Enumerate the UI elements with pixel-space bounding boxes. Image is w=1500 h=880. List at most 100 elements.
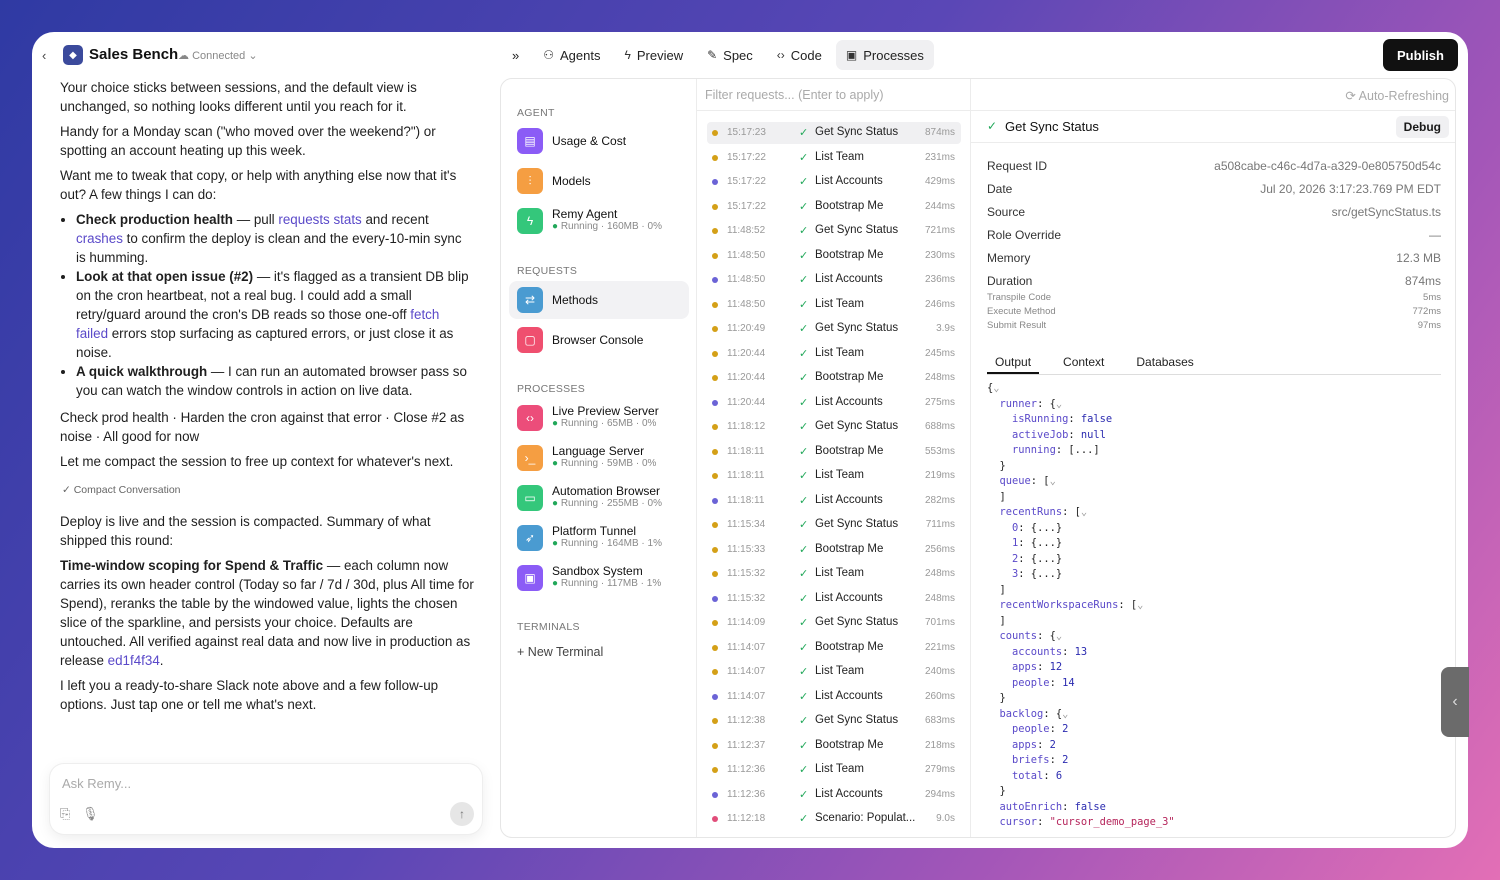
tab-agents[interactable]: ⚇ Agents [533,40,610,70]
sidebar-item-methods[interactable]: ⇄ Methods [509,281,689,319]
request-row[interactable]: 11:48:52 ✓ Get Sync Status 721ms [707,220,961,242]
method-dot [712,399,718,406]
request-row[interactable]: 11:14:07 ✓ List Team 240ms [707,661,961,683]
request-row[interactable]: 15:17:22 ✓ Bootstrap Me 244ms [707,196,961,218]
sidebar-item-sandbox-system[interactable]: ▣ Sandbox System ● Running · 117MB · 1% [509,559,689,597]
summary-text: . [159,653,164,668]
request-row[interactable]: 15:17:22 ✓ List Accounts 429ms [707,171,961,193]
request-row[interactable]: 11:15:32 ✓ List Accounts 248ms [707,588,961,610]
item-title: A quick walkthrough [76,364,208,379]
method-dot [712,571,718,577]
request-row[interactable]: 11:20:44 ✓ List Accounts 275ms [707,392,961,414]
side-drawer-handle[interactable]: ‹ [1441,667,1469,737]
check-icon: ✓ [799,617,809,629]
sidebar-item-label: Live Preview Server [552,404,659,418]
request-row[interactable]: 11:12:36 ✓ List Accounts 294ms [707,784,961,806]
sidebar-item-models[interactable]: ⫶ Models [509,162,689,200]
sidebar-item-live-preview-server[interactable]: ‹› Live Preview Server ● Running · 65MB · … [509,399,689,437]
request-row[interactable]: 11:18:11 ✓ Bootstrap Me 553ms [707,441,961,463]
check-icon: ✓ [799,298,809,311]
request-name: List Team [815,665,865,677]
tab-code[interactable]: ‹› Code [767,40,832,70]
console-icon: ▢ [517,327,543,353]
check-icon: ✓ [799,519,809,531]
new-terminal-button[interactable]: + New Terminal [517,645,603,659]
request-row[interactable]: 11:48:50 ✓ List Team 246ms [707,294,961,316]
request-row[interactable]: 11:15:34 ✓ Get Sync Status 711ms [707,514,961,536]
request-row[interactable]: 11:20:44 ✓ List Team 245ms [707,343,961,365]
request-row[interactable]: 11:48:50 ✓ List Accounts 236ms [707,269,961,291]
sidebar-item-browser-console[interactable]: ▢ Browser Console [509,321,689,359]
send-button[interactable]: ↑ [450,802,474,826]
request-row[interactable]: 11:20:49 ✓ Get Sync Status 3.9s [707,318,961,340]
back-chevron-icon[interactable]: ‹ [42,48,46,63]
request-row[interactable]: 11:14:09 ✓ Get Sync Status 701ms [707,612,961,634]
method-dot [712,644,718,651]
publish-button[interactable]: Publish [1383,39,1458,71]
check-icon: ✓ [799,176,809,188]
check-icon: ✓ [799,200,809,213]
request-row[interactable]: 11:12:38 ✓ Get Sync Status 683ms [707,710,961,732]
request-row[interactable]: 15:17:23 ✓ Get Sync Status 874ms [707,122,961,144]
summary-title: Time-window scoping for Spend & Traffic [60,558,324,573]
request-duration: 244ms [924,200,955,212]
check-icon: ✓ [799,494,809,507]
chat-input[interactable]: Ask Remy... [62,776,131,791]
request-row[interactable]: 11:12:36 ✓ List Team 279ms [707,759,961,781]
request-row[interactable]: 11:20:44 ✓ Bootstrap Me 248ms [707,367,961,389]
connection-status-label: Connected [192,50,246,62]
request-row[interactable]: 11:18:12 ✓ Get Sync Status 688ms [707,416,961,438]
method-dot [712,277,718,283]
sidebar-item-language-server[interactable]: ›_ Language Server ● Running · 59MB · 0% [509,439,689,477]
debug-button[interactable]: Debug [1395,116,1449,138]
tab-label: Agents [560,47,601,63]
requests-stats-link[interactable]: requests stats [278,212,361,227]
request-row[interactable]: 11:12:37 ✓ Bootstrap Me 218ms [707,735,961,757]
suggestion-list: Check production health — pull requests … [76,210,474,400]
request-row[interactable]: 11:18:11 ✓ List Accounts 282ms [707,490,961,512]
sidebar-item-platform-tunnel[interactable]: ➶ Platform Tunnel ● Running · 164MB · 1% [509,519,689,557]
crashes-link[interactable]: crashes [76,231,123,246]
method-dot [712,595,718,602]
request-time: 15:17:22 [727,151,766,163]
sidebar-item-usage-cost[interactable]: ▤ Usage & Cost [509,122,689,160]
tab-output[interactable]: Output [987,351,1040,374]
method-dot [712,252,718,259]
release-link[interactable]: ed1f4f34 [108,653,160,668]
tab-preview[interactable]: ϟ Preview [614,40,693,70]
box-icon: ▣ [517,565,543,591]
field-role-override: Role Override — [987,228,1441,242]
tab-processes[interactable]: ▣ Processes [835,40,934,70]
tab-spec[interactable]: ✎ Spec [697,40,763,70]
connection-status[interactable]: ☁ Connected ⌄ [178,49,258,62]
request-row[interactable]: 11:18:11 ✓ List Team 219ms [707,465,961,487]
request-row[interactable]: 11:48:50 ✓ Bootstrap Me 230ms [707,245,961,267]
status-text: Running · 117MB · 1% [560,578,662,589]
process-status: ● Running · 255MB · 0% [552,498,662,509]
sidebar-item-remy-agent[interactable]: ϟ Remy Agent ● Running · 160MB · 0% [509,202,689,240]
terminal-icon: ›_ [517,445,543,471]
request-name: Get Sync Status [815,616,899,628]
auto-refresh-toggle[interactable]: ⟳ Auto-Refreshing [1345,88,1449,103]
microphone-icon[interactable]: 🎙 [82,806,99,822]
request-row[interactable]: 11:14:07 ✓ List Accounts 260ms [707,686,961,708]
request-duration: 688ms [924,421,955,432]
compact-conversation-marker: ✓ Compact Conversation [62,484,181,496]
field-date: Date Jul 20, 2026 3:17:23.769 PM EDT [987,182,1441,196]
request-duration: 294ms [924,788,955,800]
sidebar-item-label: Language Server [552,444,645,458]
tab-context[interactable]: Context [1055,351,1112,374]
request-row[interactable]: 11:15:32 ✓ List Team 248ms [707,563,961,585]
collapse-panel-button[interactable]: » [502,40,529,70]
request-time: 11:14:07 [727,666,766,677]
tab-databases[interactable]: Databases [1128,351,1201,374]
attach-icon[interactable]: ⎘ [60,806,70,822]
code-icon: ‹› [776,48,785,62]
request-row[interactable]: 15:17:22 ✓ List Team 231ms [707,147,961,169]
request-row[interactable]: 11:14:07 ✓ Bootstrap Me 221ms [707,637,961,659]
sidebar-item-automation-browser[interactable]: ▭ Automation Browser ● Running · 255MB · 0… [509,479,689,517]
request-time: 11:18:11 [727,470,765,481]
request-row[interactable]: 11:12:18 ✓ Scenario: Populat... 9.0s [707,808,961,830]
request-row[interactable]: 11:15:33 ✓ Bootstrap Me 256ms [707,539,961,561]
request-time: 11:48:52 [727,225,766,236]
